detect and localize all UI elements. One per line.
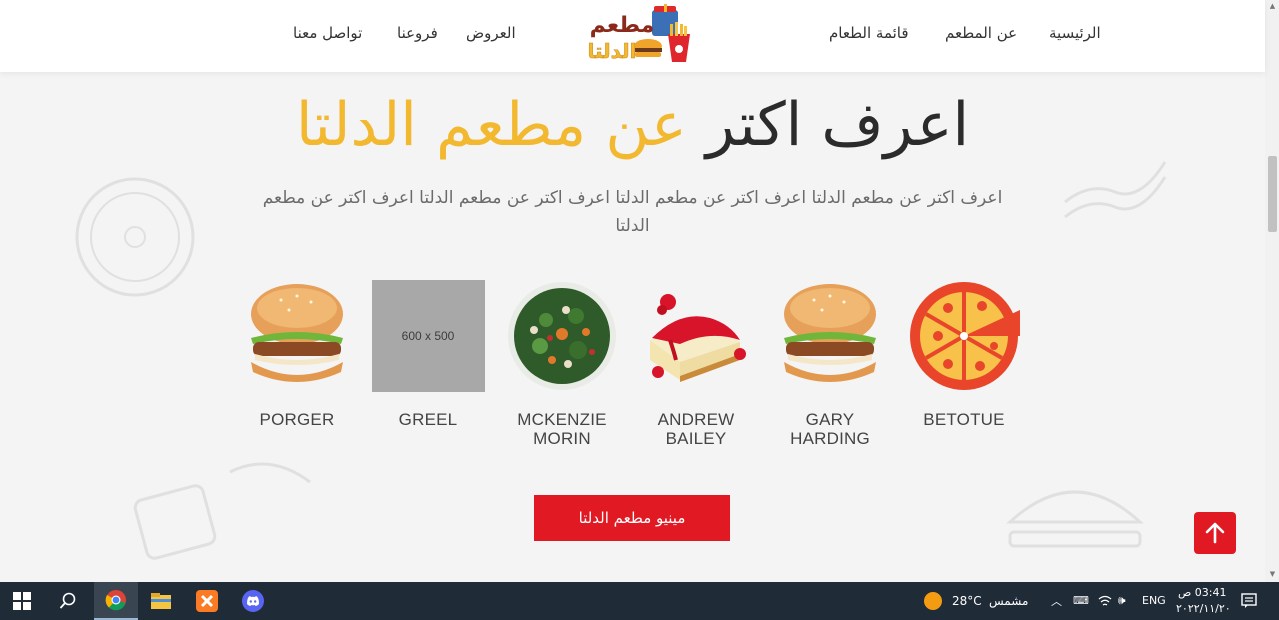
title-gold-part: عن مطعم الدلتا — [295, 90, 687, 160]
taskbar-chrome[interactable] — [94, 582, 138, 620]
item-label: PORGER — [259, 410, 335, 429]
site-header: تواصل معنا فروعنا العروض مطعم الدلتا قائ… — [0, 0, 1265, 72]
clock-time[interactable]: 03:41 ص — [1178, 586, 1227, 599]
xampp-icon — [196, 590, 218, 612]
logo-text-line1: مطعم — [590, 13, 655, 38]
item-card[interactable]: PORGER — [235, 280, 359, 429]
pizza-icon — [910, 282, 1020, 390]
wifi-icon[interactable] — [1098, 594, 1112, 608]
taskbar-search-button[interactable] — [46, 582, 90, 620]
item-card[interactable]: GARY HARDING — [768, 280, 892, 448]
nav-home[interactable]: الرئيسية — [1049, 24, 1101, 42]
nav-menu[interactable]: قائمة الطعام — [829, 24, 909, 42]
weather-sun-icon[interactable] — [924, 592, 942, 610]
item-card[interactable]: MCKENZIE MORIN — [500, 280, 624, 448]
about-section: اعرف اكتر عن مطعم الدلتا اعرف اكتر عن مط… — [0, 72, 1265, 582]
weather-temperature[interactable]: 28°C — [952, 594, 982, 608]
background-burger-icon — [1006, 490, 1144, 548]
search-icon — [59, 592, 76, 609]
scroll-top-button[interactable] — [1194, 512, 1236, 554]
item-label: GARY HARDING — [790, 410, 870, 448]
item-card[interactable]: ANDREW BAILEY — [634, 280, 758, 448]
taskbar-file-explorer[interactable] — [139, 582, 183, 620]
item-card[interactable]: 600 x 500 GREEL — [366, 280, 490, 429]
logo-text-line2: الدلتا — [587, 39, 636, 63]
salad-image — [508, 282, 616, 390]
nav-branches[interactable]: فروعنا — [397, 24, 438, 42]
background-tomato-icon — [75, 177, 195, 297]
image-placeholder: 600 x 500 — [371, 280, 485, 392]
scroll-up-arrow-icon[interactable]: ▲ — [1268, 2, 1277, 11]
nav-offers[interactable]: العروض — [466, 24, 516, 42]
tray-chevron-up-icon[interactable]: ︿ — [1051, 593, 1062, 609]
scroll-thumb[interactable] — [1268, 156, 1277, 232]
notification-icon[interactable] — [1241, 593, 1257, 609]
site-logo[interactable]: مطعم الدلتا — [578, 4, 696, 66]
taskbar-discord[interactable] — [231, 582, 275, 620]
title-dark-part: اعرف اكتر — [705, 90, 970, 160]
arrow-up-icon — [1205, 522, 1225, 544]
discord-icon — [242, 590, 264, 612]
chrome-icon — [105, 590, 126, 611]
taskbar-xampp[interactable] — [185, 582, 229, 620]
keyboard-icon[interactable]: ⌨ — [1073, 594, 1089, 607]
burger-image — [784, 284, 876, 382]
weather-condition[interactable]: مشمس — [989, 594, 1028, 608]
scroll-down-arrow-icon[interactable]: ▼ — [1268, 570, 1277, 579]
windows-start-icon — [13, 592, 31, 610]
volume-icon[interactable]: 🕪 — [1118, 593, 1126, 608]
burger-image — [251, 284, 343, 382]
item-label: BETOTUE — [923, 410, 1005, 429]
nav-contact[interactable]: تواصل معنا — [293, 24, 362, 42]
page-scrollbar[interactable]: ▲ ▼ — [1265, 0, 1279, 582]
clock-date[interactable]: ٢٠٢٢/١١/٢٠ — [1176, 602, 1231, 615]
item-label: ANDREW BAILEY — [657, 410, 735, 448]
item-label: MCKENZIE MORIN — [517, 410, 607, 448]
section-description: اعرف اكتر عن مطعم الدلتا اعرف اكتر عن مط… — [262, 188, 1003, 236]
nav-about[interactable]: عن المطعم — [945, 24, 1017, 42]
section-title: اعرف اكتر عن مطعم الدلتا — [0, 86, 1265, 164]
item-label: GREEL — [398, 410, 458, 429]
item-card[interactable]: BETOTUE — [902, 280, 1026, 429]
windows-start-button[interactable] — [0, 582, 44, 620]
placeholder-dimensions: 600 x 500 — [401, 329, 455, 343]
cheesecake-image — [650, 294, 746, 382]
windows-taskbar: 28°C مشمس ︿ ⌨ 🕪 ENG 03:41 ص ٢٠٢٢/١١/٢٠ — [0, 582, 1279, 620]
menu-button[interactable]: مينيو مطعم الدلتا — [534, 495, 730, 541]
background-gamepad-icon — [133, 462, 311, 560]
language-indicator[interactable]: ENG — [1142, 594, 1166, 607]
file-explorer-icon — [151, 593, 171, 609]
